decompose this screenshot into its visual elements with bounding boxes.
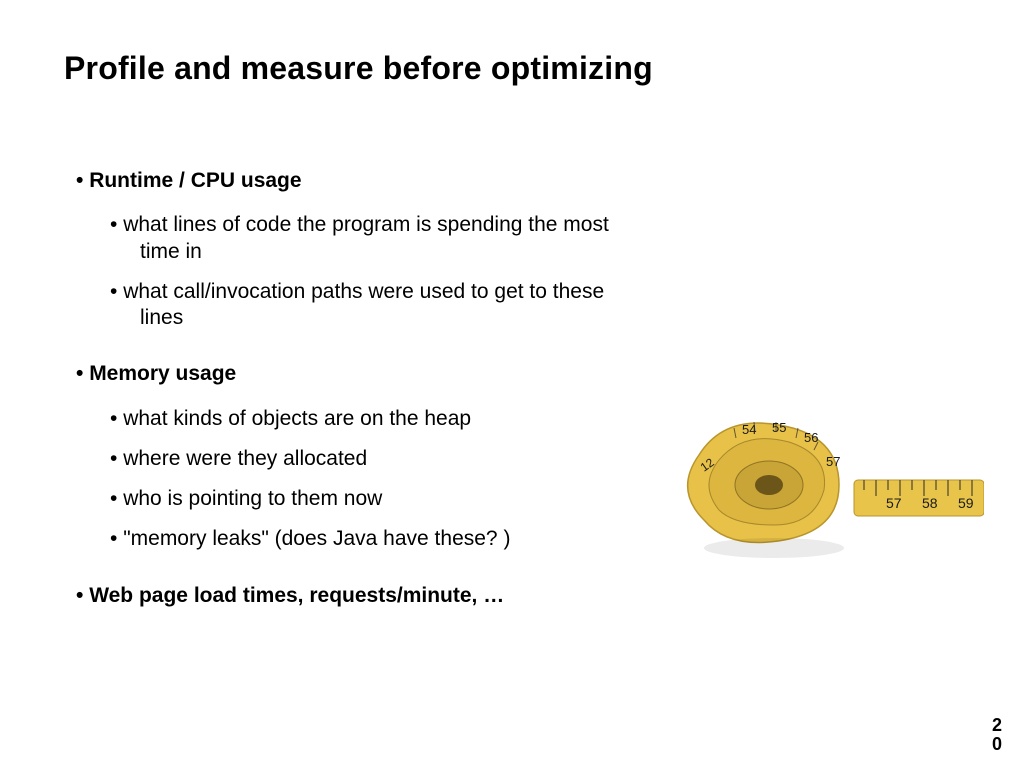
svg-text:55: 55 — [772, 420, 786, 435]
list-item: "memory leaks" (does Java have these? ) — [110, 526, 636, 552]
list-item: what kinds of objects are on the heap — [110, 406, 636, 432]
section-heading-runtime: Runtime / CPU usage — [76, 168, 636, 194]
page-number: 2 0 — [990, 716, 1004, 754]
slide-title: Profile and measure before optimizing — [64, 50, 653, 87]
svg-text:12: 12 — [698, 455, 717, 474]
list-item: what lines of code the program is spendi… — [110, 212, 636, 265]
list-item: who is pointing to them now — [110, 486, 636, 512]
tape-number: 58 — [922, 495, 938, 511]
svg-text:57: 57 — [826, 454, 840, 469]
measuring-tape-icon: 57 58 59 12 54 55 56 57 — [664, 400, 984, 570]
tape-number: 59 — [958, 495, 974, 511]
svg-text:56: 56 — [804, 430, 818, 445]
page-number-digit: 0 — [990, 735, 1004, 754]
runtime-list: what lines of code the program is spendi… — [110, 212, 636, 331]
list-item: what call/invocation paths were used to … — [110, 279, 636, 332]
section-heading-web: Web page load times, requests/minute, … — [76, 583, 636, 609]
list-item: where were they allocated — [110, 446, 636, 472]
slide-body: Runtime / CPU usage what lines of code t… — [76, 168, 636, 609]
section-heading-memory: Memory usage — [76, 361, 636, 387]
svg-text:54: 54 — [742, 422, 756, 437]
page-number-digit: 2 — [990, 716, 1004, 735]
tape-number: 57 — [886, 495, 902, 511]
slide: Profile and measure before optimizing Ru… — [0, 0, 1024, 768]
memory-list: what kinds of objects are on the heap wh… — [110, 406, 636, 553]
